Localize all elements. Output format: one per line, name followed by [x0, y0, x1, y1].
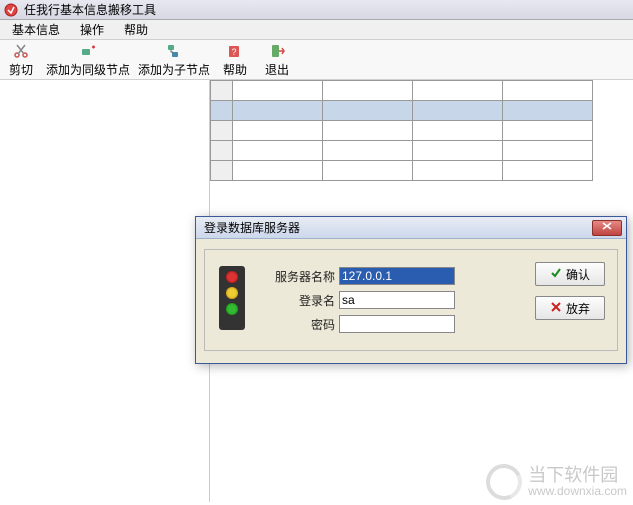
table-row: [211, 141, 593, 161]
toolbar-label: 帮助: [223, 61, 247, 78]
data-grid[interactable]: [210, 80, 593, 181]
close-icon: [602, 222, 612, 233]
watermark-line1: 当下软件园: [528, 466, 627, 486]
table-row: [211, 121, 593, 141]
table-row: [211, 161, 593, 181]
toolbar-add-sibling[interactable]: 添加为同级节点: [46, 42, 130, 78]
row-password: 密码: [263, 312, 495, 336]
toolbar-label: 退出: [265, 61, 289, 78]
dialog-title: 登录数据库服务器: [204, 219, 300, 236]
ok-label: 确认: [566, 266, 590, 283]
login-label: 登录名: [263, 292, 339, 309]
cancel-label: 放弃: [566, 300, 590, 317]
toolbar-cut[interactable]: 剪切: [4, 42, 38, 78]
toolbar-label: 添加为子节点: [138, 61, 210, 78]
tree-panel[interactable]: [0, 80, 210, 502]
watermark: 当下软件园 www.downxia.com: [486, 464, 627, 500]
toolbar-label: 剪切: [9, 61, 33, 78]
watermark-logo-icon: [481, 459, 527, 505]
row-server: 服务器名称: [263, 264, 495, 288]
cross-icon: [550, 301, 562, 316]
check-icon: [550, 267, 562, 282]
table-row: [211, 81, 593, 101]
login-dialog: 登录数据库服务器 服务器名称 登录名: [195, 216, 627, 364]
server-label: 服务器名称: [263, 268, 339, 285]
watermark-line2: www.downxia.com: [528, 485, 627, 498]
menu-operate[interactable]: 操作: [70, 19, 114, 40]
login-input[interactable]: [339, 291, 455, 309]
menu-help[interactable]: 帮助: [114, 19, 158, 40]
add-sibling-icon: [79, 42, 97, 60]
window-title: 任我行基本信息搬移工具: [24, 1, 156, 18]
scissors-icon: [12, 42, 30, 60]
toolbar-help[interactable]: ? 帮助: [218, 42, 252, 78]
ok-button[interactable]: 确认: [535, 262, 605, 286]
toolbar-exit[interactable]: 退出: [260, 42, 294, 78]
help-icon: ?: [226, 42, 244, 60]
dialog-buttons: 确认 放弃: [535, 262, 605, 320]
dialog-panel: 服务器名称 登录名 密码 确认: [204, 249, 618, 351]
cancel-button[interactable]: 放弃: [535, 296, 605, 320]
form-rows: 服务器名称 登录名 密码: [263, 264, 495, 336]
server-input[interactable]: [339, 267, 455, 285]
dialog-title-bar[interactable]: 登录数据库服务器: [196, 217, 626, 239]
dialog-body: 服务器名称 登录名 密码 确认: [196, 239, 626, 363]
password-input[interactable]: [339, 315, 455, 333]
traffic-light-icon: [219, 266, 245, 330]
toolbar: 剪切 添加为同级节点 添加为子节点 ? 帮助 退出: [0, 40, 633, 80]
title-bar: 任我行基本信息搬移工具: [0, 0, 633, 20]
row-login: 登录名: [263, 288, 495, 312]
toolbar-add-child[interactable]: 添加为子节点: [138, 42, 210, 78]
table-row: [211, 101, 593, 121]
app-icon: [4, 3, 18, 17]
toolbar-label: 添加为同级节点: [46, 61, 130, 78]
password-label: 密码: [263, 316, 339, 333]
add-child-icon: [165, 42, 183, 60]
dialog-close-button[interactable]: [592, 220, 622, 236]
exit-icon: [268, 42, 286, 60]
menu-bar: 基本信息 操作 帮助: [0, 20, 633, 40]
menu-basic-info[interactable]: 基本信息: [2, 19, 70, 40]
svg-text:?: ?: [232, 47, 237, 57]
